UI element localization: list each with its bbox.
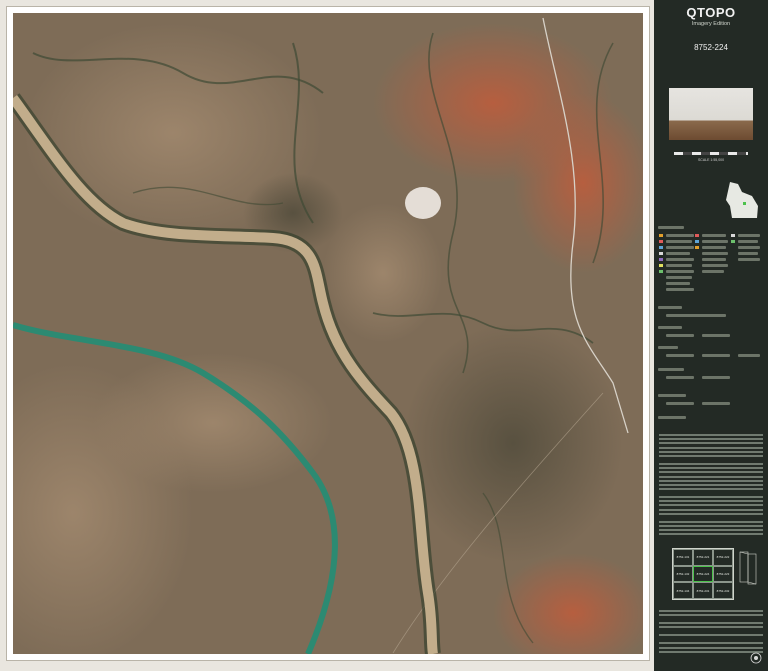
index-cell: 8752-221 xyxy=(693,549,713,566)
satellite-imagery xyxy=(13,13,643,654)
index-cell: 8752-232 xyxy=(713,582,733,599)
scale-bar xyxy=(674,152,748,155)
index-cell: 8752-132 xyxy=(673,565,693,583)
satellite-map-image[interactable] xyxy=(13,13,643,654)
title-block: QTOPO Imagery Edition 8752-224 xyxy=(654,0,768,52)
map-frame xyxy=(6,6,650,661)
index-cell: 8752-223 xyxy=(713,565,733,583)
legend-block xyxy=(658,226,764,426)
cloud-patch xyxy=(405,187,441,219)
folding-diagram-icon xyxy=(739,551,757,585)
map-subtitle: Imagery Edition xyxy=(691,21,731,27)
crest-logo-icon xyxy=(750,652,762,664)
index-cell: 8752-222 xyxy=(713,549,733,566)
scale-text: SCALE 1:55,000 xyxy=(697,158,725,162)
index-cell-current: 8752-224 xyxy=(693,565,713,583)
queensland-map-icon xyxy=(726,182,758,218)
index-cell: 8752-131 xyxy=(673,549,693,566)
footer-notes xyxy=(659,610,763,655)
sheet-index-grid: 8752-131 8752-221 8752-222 8752-132 8752… xyxy=(672,548,734,600)
notes-block xyxy=(659,434,763,538)
sheet-number: 8752-224 xyxy=(694,43,728,52)
legend-panel: QTOPO Imagery Edition 8752-224 SCALE 1:5… xyxy=(654,0,768,671)
cover-photo xyxy=(669,88,753,140)
index-cell: 8752-231 xyxy=(693,582,713,599)
map-title: QTOPO xyxy=(686,5,736,20)
index-cell: 8752-134 xyxy=(673,582,693,599)
